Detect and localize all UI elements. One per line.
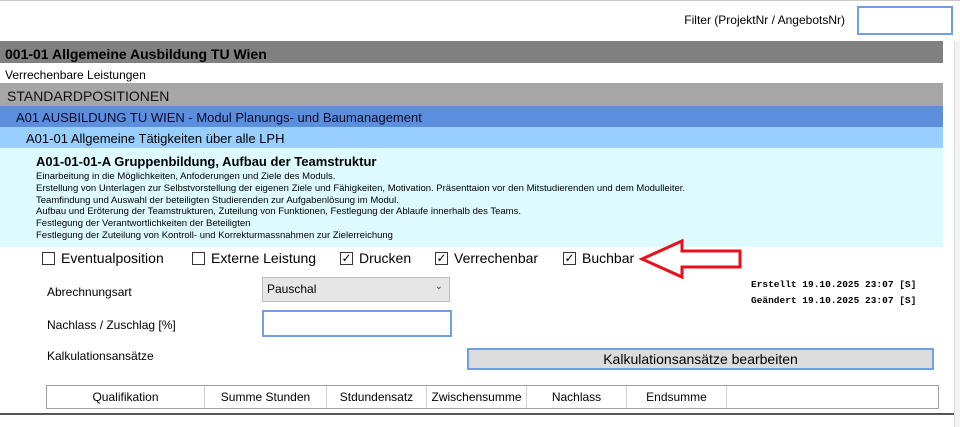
- column-header-nachlass[interactable]: Nachlass: [527, 386, 627, 408]
- checkbox-externe-leistung[interactable]: Externe Leistung: [192, 250, 316, 266]
- checkbox-buchbar[interactable]: ✓ Buchbar: [563, 250, 634, 266]
- checkbox-box[interactable]: ✓: [563, 251, 576, 265]
- abrechnungsart-value: Pauschal: [267, 282, 317, 296]
- description-line: Festlegung der Verantwortlichkeiten der …: [36, 218, 251, 230]
- vertical-scrollbar[interactable]: [954, 41, 960, 427]
- column-header-stundensatz[interactable]: Stdundensatz: [327, 386, 427, 408]
- abrechnungsart-label: Abrechnungsart: [47, 285, 132, 299]
- kalkulation-edit-button[interactable]: Kalkulationsansätze bearbeiten: [467, 348, 934, 370]
- abrechnungsart-select[interactable]: Pauschal ⌄: [262, 277, 450, 302]
- verrechenbare-leistungen-label: Verrechenbare Leistungen: [0, 63, 943, 83]
- chevron-down-icon: ⌄: [434, 281, 443, 292]
- checkbox-label: Externe Leistung: [211, 250, 317, 266]
- annotation-arrow-icon: [638, 238, 742, 280]
- window-top-edge: [0, 0, 960, 5]
- checkbox-drucken[interactable]: ✓ Drucken: [340, 250, 411, 266]
- column-header-summe-stunden[interactable]: Summe Stunden: [205, 386, 327, 408]
- checkbox-label: Verrechenbar: [454, 250, 539, 266]
- description-line: Erstellung von Unterlagen zur Selbstvors…: [36, 182, 686, 194]
- description-line: Aufbau und Eröterung der Teamstrukturen,…: [36, 206, 521, 218]
- checkbox-box[interactable]: [192, 251, 205, 265]
- column-header-qualifikation[interactable]: Qualifikation: [47, 386, 205, 408]
- group-header-a01[interactable]: A01 AUSBILDUNG TU WIEN - Modul Planungs-…: [0, 106, 943, 127]
- column-header-zwischensumme[interactable]: Zwischensumme: [427, 386, 527, 408]
- checkbox-label: Buchbar: [582, 250, 635, 266]
- checkbox-verrechenbar[interactable]: ✓ Verrechenbar: [435, 250, 538, 266]
- checkbox-box[interactable]: [42, 251, 55, 265]
- standardpositionen-header[interactable]: STANDARDPOSITIONEN: [0, 83, 943, 106]
- position-detail: A01-01-01-A Gruppenbildung, Aufbau der T…: [0, 148, 943, 247]
- subgroup-header-a01-01[interactable]: A01-01 Allgemeine Tätigkeiten über alle …: [0, 127, 943, 148]
- checkbox-label: Drucken: [359, 250, 412, 266]
- position-title: A01-01-01-A Gruppenbildung, Aufbau der T…: [36, 154, 377, 169]
- modified-info: Geändert 19.10.2025 23:07 [S]: [751, 295, 917, 306]
- divider: [0, 413, 954, 415]
- kalkulation-label: Kalkulationsansätze: [47, 349, 154, 363]
- kalkulation-table-header: Qualifikation Summe Stunden Stdundensatz…: [46, 385, 939, 409]
- column-header-endsumme[interactable]: Endsumme: [627, 386, 727, 408]
- description-line: Teamfindung und Auswahl der beteiligten …: [36, 194, 399, 206]
- checkbox-box[interactable]: ✓: [435, 251, 448, 265]
- nachlass-input[interactable]: [262, 310, 452, 337]
- checkbox-eventualposition[interactable]: Eventualposition: [42, 250, 164, 266]
- checkbox-box[interactable]: ✓: [340, 251, 353, 265]
- created-info: Erstellt 19.10.2025 23:07 [S]: [751, 279, 917, 290]
- filter-label: Filter (ProjektNr / AngebotsNr): [684, 13, 845, 27]
- nachlass-label: Nachlass / Zuschlag [%]: [47, 318, 176, 332]
- description-line: Einarbeitung in die Möglichkeiten, Anfod…: [36, 171, 336, 182]
- project-title: 001-01 Allgemeine Ausbildung TU Wien: [0, 41, 943, 63]
- description-line: Festlegung der Zuteilung von Kontroll- u…: [36, 229, 393, 241]
- filter-input[interactable]: [857, 6, 953, 35]
- checkbox-label: Eventualposition: [61, 250, 164, 266]
